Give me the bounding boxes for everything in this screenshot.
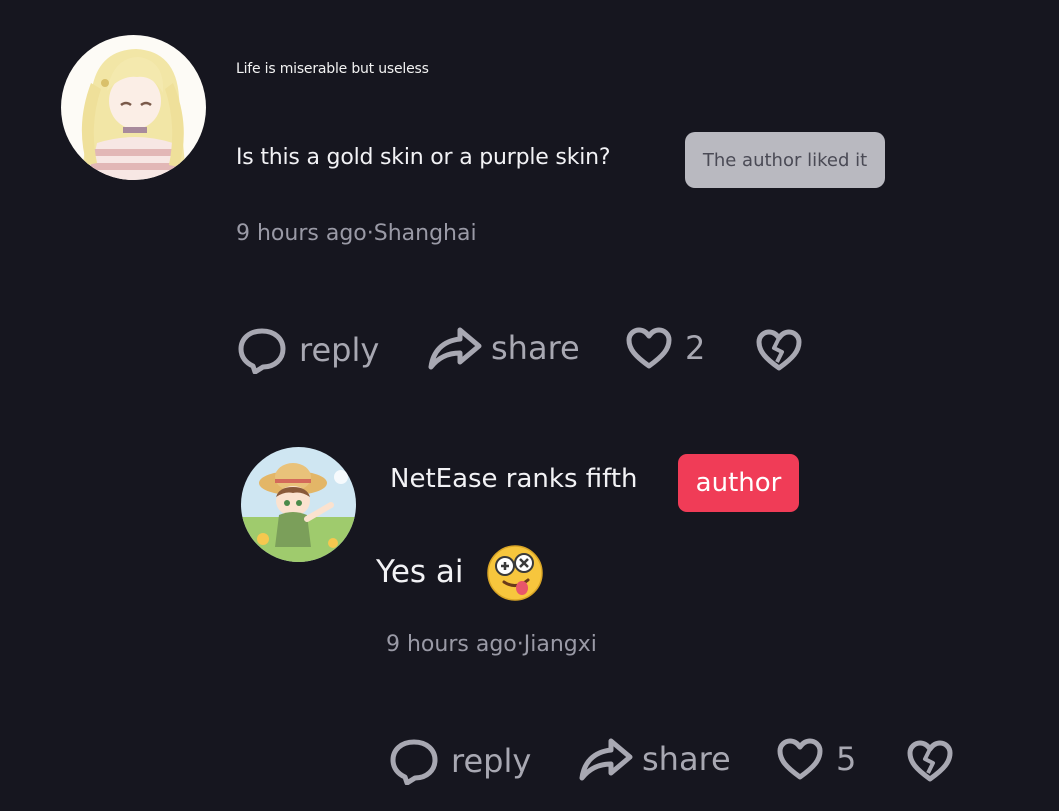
heart-icon	[776, 737, 824, 781]
like-button[interactable]: 2	[625, 326, 705, 370]
comment-meta: 9 hours ago·Shanghai	[236, 221, 477, 246]
reply-label: reply	[451, 742, 532, 780]
share-label: share	[642, 740, 731, 778]
share-label: share	[491, 329, 580, 367]
reply-reply-button[interactable]: reply	[389, 737, 531, 785]
author-liked-badge: The author liked it	[685, 132, 885, 188]
share-arrow-icon	[578, 737, 634, 781]
reply-username[interactable]: NetEase ranks fifth	[390, 464, 638, 494]
reply-meta: 9 hours ago·Jiangxi	[386, 632, 597, 657]
avatar-main[interactable]	[61, 35, 206, 180]
reply-like-button[interactable]: 5	[776, 737, 856, 781]
comment-text: Is this a gold skin or a purple skin?	[236, 145, 611, 170]
dislike-button[interactable]	[755, 328, 803, 372]
reply-share-button[interactable]: share	[578, 737, 731, 781]
username[interactable]: Life is miserable but useless	[236, 61, 429, 77]
speech-bubble-icon	[389, 737, 439, 785]
like-count: 5	[836, 740, 857, 778]
dizzy-tongue-emoji	[486, 544, 544, 602]
share-arrow-icon	[427, 326, 483, 370]
reply-dislike-button[interactable]	[906, 739, 954, 783]
avatar-reply[interactable]	[241, 447, 356, 562]
reply-text: Yes ai	[376, 554, 464, 590]
broken-heart-icon	[755, 328, 803, 372]
broken-heart-icon	[906, 739, 954, 783]
reply-button[interactable]: reply	[237, 326, 379, 374]
share-button[interactable]: share	[427, 326, 580, 370]
like-count: 2	[685, 329, 706, 367]
reply-label: reply	[299, 331, 380, 369]
author-badge: author	[678, 454, 799, 512]
speech-bubble-icon	[237, 326, 287, 374]
heart-icon	[625, 326, 673, 370]
